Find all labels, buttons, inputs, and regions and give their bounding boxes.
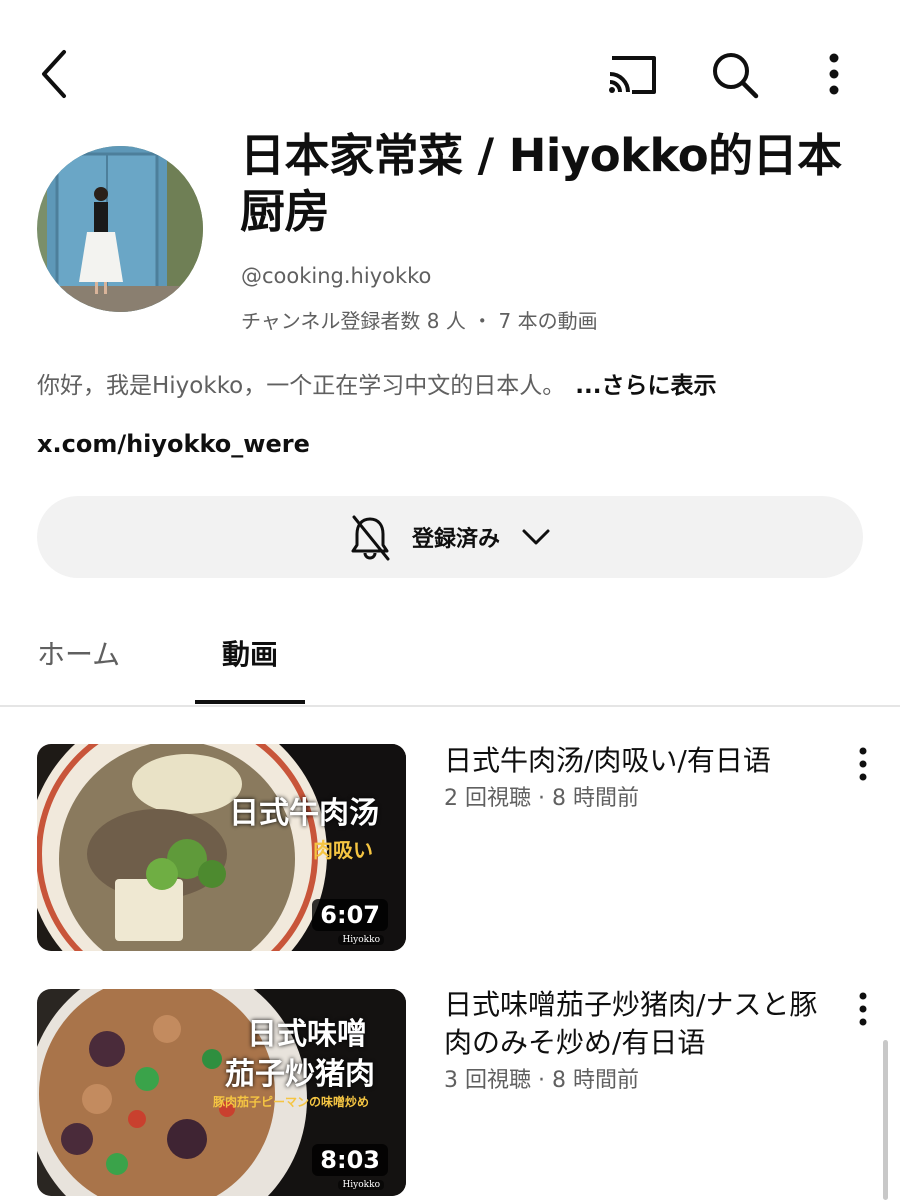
cast-icon[interactable] (602, 48, 662, 100)
channel-stats: チャンネル登録者数 8 人 ・ 7 本の動画 (241, 309, 598, 333)
video-thumbnail[interactable]: 日式牛肉汤 肉吸い 6:07 Hiyokko (37, 744, 406, 951)
subscribed-button[interactable]: 登録済み (37, 496, 863, 578)
back-arrow-icon[interactable] (28, 46, 84, 102)
video-meta: 3 回視聴 · 8 時間前 (444, 1068, 639, 1093)
thumbnail-subtitle-text: 肉吸い (313, 838, 373, 862)
video-more-icon[interactable] (846, 987, 880, 1031)
scrollbar[interactable] (883, 1040, 888, 1200)
video-thumbnail[interactable]: 日式味噌 茄子炒猪肉 豚肉茄子ピーマンの味噌炒め 8:03 Hiyokko (37, 989, 406, 1196)
chevron-down-icon (522, 529, 550, 545)
tab-divider (0, 705, 900, 707)
thumbnail-watermark: Hiyokko (338, 935, 384, 945)
channel-avatar[interactable] (37, 146, 203, 312)
bell-off-icon (351, 515, 390, 561)
channel-description[interactable]: 你好，我是Hiyokko，一个正在学习中文的日本人。 ...さらに表示 (37, 366, 716, 400)
tab-home[interactable]: ホーム (37, 628, 120, 704)
description-text: 你好，我是Hiyokko，一个正在学习中文的日本人。 (37, 373, 566, 399)
video-title[interactable]: 日式味噌茄子炒猪肉/ナスと豚肉のみそ炒め/有日语 (444, 986, 824, 1062)
subscribed-label: 登録済み (411, 527, 500, 552)
video-meta: 2 回視聴 · 8 時間前 (444, 786, 639, 811)
video-duration: 8:03 (312, 1144, 388, 1176)
tab-videos[interactable]: 動画 (195, 628, 305, 704)
thumbnail-title-text-line1: 日式味噌 (247, 1017, 367, 1052)
video-duration: 6:07 (312, 899, 388, 931)
show-more-link[interactable]: ...さらに表示 (575, 373, 716, 399)
search-icon[interactable] (705, 46, 763, 102)
thumbnail-watermark: Hiyokko (338, 1180, 384, 1190)
thumbnail-title-text: 日式牛肉汤 (229, 796, 379, 831)
video-title[interactable]: 日式牛肉汤/肉吸い/有日语 (444, 742, 824, 780)
video-more-icon[interactable] (846, 742, 880, 786)
thumbnail-title-text-line2: 茄子炒猪肉 (225, 1057, 375, 1092)
channel-title: 日本家常菜 / Hiyokko的日本厨房 (240, 129, 842, 238)
channel-handle: @cooking.hiyokko (241, 264, 432, 288)
thumbnail-subtitle-text: 豚肉茄子ピーマンの味噌炒め (213, 1095, 370, 1109)
more-vertical-icon[interactable] (812, 46, 856, 102)
channel-link[interactable]: x.com/hiyokko_were (37, 430, 310, 458)
